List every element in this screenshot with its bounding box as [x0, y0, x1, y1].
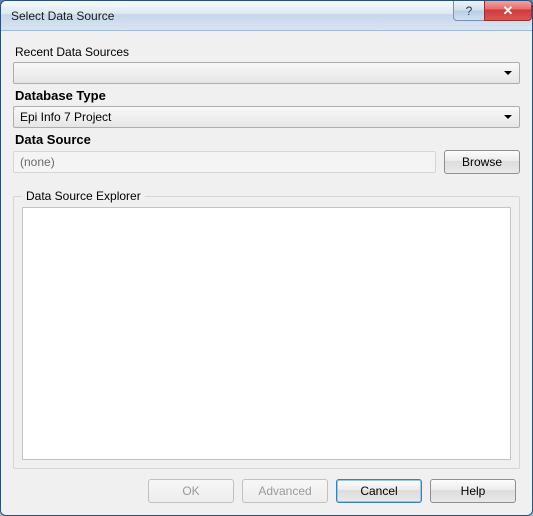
advanced-button-label: Advanced	[258, 484, 311, 498]
browse-button-label: Browse	[462, 155, 502, 169]
ok-button-label: OK	[182, 484, 199, 498]
ok-button[interactable]: OK	[148, 479, 234, 503]
cancel-button-label: Cancel	[360, 484, 397, 498]
explorer-fieldset: Data Source Explorer	[13, 196, 520, 469]
data-source-row: (none) Browse	[13, 150, 520, 174]
data-source-label: Data Source	[15, 132, 520, 147]
help-button-label: Help	[461, 484, 486, 498]
data-source-input[interactable]: (none)	[13, 151, 436, 173]
titlebar: Select Data Source ? ✕	[1, 1, 532, 31]
advanced-button[interactable]: Advanced	[242, 479, 328, 503]
close-icon: ✕	[503, 3, 514, 19]
database-type-value: Epi Info 7 Project	[20, 110, 111, 124]
explorer-legend: Data Source Explorer	[22, 189, 145, 203]
window-title: Select Data Source	[11, 9, 114, 23]
dialog-button-row: OK Advanced Cancel Help	[13, 469, 520, 507]
titlebar-controls: ? ✕	[453, 1, 532, 21]
browse-button[interactable]: Browse	[444, 150, 520, 174]
database-type-combo[interactable]: Epi Info 7 Project	[13, 106, 520, 128]
recent-sources-label: Recent Data Sources	[15, 45, 520, 59]
recent-sources-combo[interactable]	[13, 62, 520, 84]
dialog-content: Recent Data Sources Database Type Epi In…	[1, 31, 532, 515]
data-source-value: (none)	[20, 155, 55, 169]
titlebar-close-button[interactable]: ✕	[484, 1, 532, 21]
help-button[interactable]: Help	[430, 479, 516, 503]
titlebar-help-button[interactable]: ?	[453, 1, 485, 21]
cancel-button[interactable]: Cancel	[336, 479, 422, 503]
explorer-listbox[interactable]	[22, 207, 511, 460]
help-icon: ?	[466, 4, 473, 18]
database-type-label: Database Type	[15, 88, 520, 103]
dialog-window: Select Data Source ? ✕ Recent Data Sourc…	[0, 0, 533, 516]
